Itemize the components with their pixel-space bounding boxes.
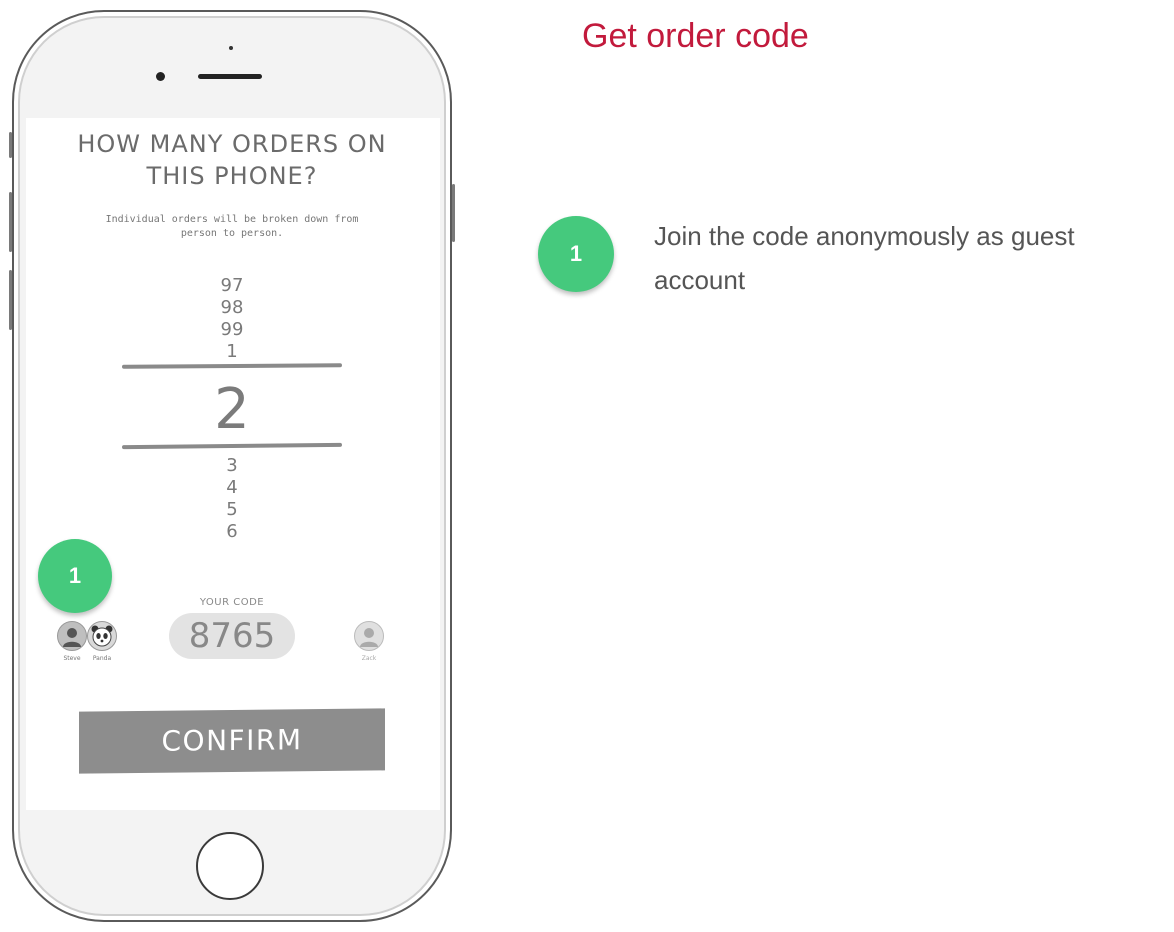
step-description: Join the code anonymously as guest accou… <box>654 221 1075 295</box>
page-title: Get order code <box>582 17 809 55</box>
power-button <box>452 184 455 242</box>
front-camera-icon <box>156 72 165 81</box>
mute-switch <box>9 132 12 158</box>
picker-option[interactable]: 5 <box>182 499 282 521</box>
picker-selected-value[interactable]: 2 <box>182 378 282 442</box>
home-button[interactable] <box>196 832 264 900</box>
order-code: 8765 <box>169 613 295 659</box>
person-silhouette-icon <box>63 628 81 647</box>
sensor-dot <box>229 46 233 50</box>
earpiece-speaker <box>198 74 262 79</box>
picker-option[interactable]: 98 <box>182 297 282 319</box>
picker-option[interactable]: 97 <box>182 275 282 297</box>
volume-up-button <box>9 192 12 252</box>
question-title-line-1: HOW MANY ORDERS ON <box>77 130 387 158</box>
question-subtitle: Individual orders will be broken down fr… <box>105 214 359 239</box>
member-name: Steve <box>63 655 81 662</box>
panda-face-icon <box>91 625 113 647</box>
question-title: HOW MANY ORDERS ON THIS PHONE? <box>60 128 404 192</box>
person-avatar-icon[interactable] <box>354 621 384 651</box>
picker-option[interactable]: 4 <box>182 477 282 499</box>
picker-option[interactable]: 99 <box>182 319 282 341</box>
picker-option[interactable]: 6 <box>182 521 282 543</box>
picker-option[interactable]: 3 <box>182 455 282 477</box>
step-badge-phone: 1 <box>38 539 112 613</box>
member-name: Panda <box>92 655 112 662</box>
your-code-label: YOUR CODE <box>199 597 265 608</box>
panda-avatar-icon[interactable] <box>87 621 117 651</box>
person-avatar-icon[interactable] <box>57 621 87 651</box>
picker-option[interactable]: 1 <box>182 341 282 363</box>
question-title-line-2: THIS PHONE? <box>146 162 318 190</box>
step-badge: 1 <box>538 216 614 292</box>
confirm-button[interactable]: CONFIRM <box>79 708 385 774</box>
person-silhouette-icon <box>360 628 378 647</box>
volume-down-button <box>9 270 12 330</box>
guest-name: Zack <box>361 655 377 662</box>
